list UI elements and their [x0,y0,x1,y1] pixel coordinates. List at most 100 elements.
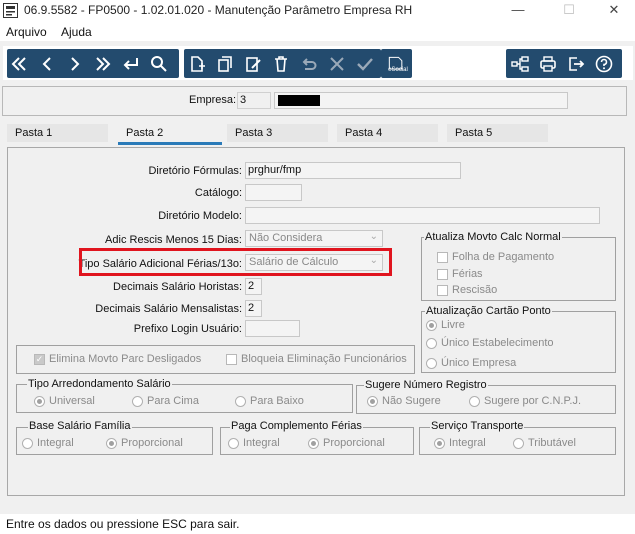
menu-ajuda[interactable]: Ajuda [61,25,92,39]
next-icon[interactable] [63,49,87,78]
decimais-mensalistas-label: Decimais Salário Mensalistas: [95,303,242,315]
tab-pasta-3[interactable]: Pasta 3 [227,124,328,142]
elimina-movto-checkbox[interactable]: ✓ Elimina Movto Parc Desligados [34,353,201,365]
catalogo-label: Catálogo: [194,187,242,199]
window-title: 06.9.5582 - FP0500 - 1.02.01.020 - Manut… [24,3,413,17]
unico-empresa-radio[interactable]: Único Empresa [426,357,516,369]
help-icon[interactable] [592,49,616,78]
toolbar: eSocial [3,46,633,80]
new-document-icon[interactable] [185,49,209,78]
tab-pasta-5[interactable]: Pasta 5 [447,124,548,142]
title-bar: 06.9.5582 - FP0500 - 1.02.01.020 - Manut… [0,0,635,21]
catalogo-field[interactable] [245,184,302,201]
tab-pasta-2[interactable]: Pasta 2 [118,124,222,142]
undo-icon[interactable] [297,49,321,78]
prefixo-login-field[interactable] [245,320,300,337]
diretorio-modelo-field[interactable] [245,207,600,224]
radio-icon [426,319,437,331]
bloqueia-eliminacao-checkbox[interactable]: Bloqueia Eliminação Funcionários [226,353,407,365]
status-text: Entre os dados ou pressione ESC para sai… [6,517,240,531]
rescisao-label: Rescisão [452,284,498,296]
decimais-mensalistas-field[interactable]: 2 [245,300,262,317]
decimais-horistas-label: Decimais Salário Horistas: [113,281,242,293]
adic-rescis-select[interactable]: Não Considera ⌄ [245,230,383,247]
complemento-integral-radio[interactable]: Integral [228,437,280,449]
status-bar: Entre os dados ou pressione ESC para sai… [0,514,635,534]
complemento-proporcional-radio[interactable]: Proporcional [308,437,385,449]
atualizacao-cartao-title: Atualização Cartão Ponto [425,305,552,317]
hierarchy-icon[interactable] [508,49,532,78]
search-icon[interactable] [147,49,171,78]
return-icon[interactable] [119,49,143,78]
radio-icon [426,337,437,349]
sugere-cnpj-label: Sugere por C.N.P.J. [484,395,582,407]
unico-estabelecimento-radio[interactable]: Único Estabelecimento [426,337,554,349]
diretorio-formulas-label: Diretório Fórmulas: [148,165,242,177]
tab-pasta-1[interactable]: Pasta 1 [7,124,108,142]
minimize-button[interactable]: — [495,0,541,21]
esocial-icon[interactable] [384,49,408,78]
transporte-tributavel-radio[interactable]: Tributável [513,437,576,449]
tab-pasta-4[interactable]: Pasta 4 [337,124,438,142]
checkbox-icon [226,353,237,365]
sugere-cnpj-radio[interactable]: Sugere por C.N.P.J. [469,395,581,407]
app-icon [3,3,18,18]
confirm-icon[interactable] [353,49,377,78]
radio-icon [469,395,480,407]
copy-icon[interactable] [213,49,237,78]
prefixo-login-label: Prefixo Login Usuário: [133,323,242,335]
ferias-checkbox[interactable]: Férias [437,268,483,280]
print-icon[interactable] [536,49,560,78]
universal-radio[interactable]: Universal [34,395,95,407]
transporte-integral-radio[interactable]: Integral [434,437,486,449]
unico-empresa-label: Único Empresa [441,357,517,369]
exit-icon[interactable] [564,49,588,78]
transporte-tributavel-label: Tributável [528,437,576,449]
checkbox-icon [437,268,448,280]
redacted-name [278,95,320,106]
para-cima-radio[interactable]: Para Cima [132,395,199,407]
empresa-name-field [274,92,568,109]
maximize-button[interactable]: ☐ [546,0,592,21]
diretorio-formulas-field[interactable]: prghur/fmp [245,162,461,179]
para-baixo-radio[interactable]: Para Baixo [235,395,304,407]
bloqueia-eliminacao-label: Bloqueia Eliminação Funcionários [241,353,407,365]
livre-radio[interactable]: Livre [426,319,465,331]
esocial-label: eSocial [388,67,408,73]
diretorio-modelo-label: Diretório Modelo: [158,210,242,222]
active-tab-indicator [118,142,222,145]
sugere-numero-title: Sugere Número Registro [364,379,488,391]
rescisao-checkbox[interactable]: Rescisão [437,284,497,296]
menu-arquivo[interactable]: Arquivo [6,25,47,39]
para-baixo-label: Para Baixo [250,395,304,407]
base-proporcional-radio[interactable]: Proporcional [106,437,183,449]
close-button[interactable]: ✕ [591,0,635,21]
tipo-arredondamento-title: Tipo Arredondamento Salário [27,378,172,390]
delete-icon[interactable] [269,49,293,78]
checkbox-icon [437,284,448,296]
radio-icon [235,395,246,407]
atualiza-movto-title: Atualiza Movto Calc Normal [424,231,562,243]
nao-sugere-radio[interactable]: Não Sugere [367,395,441,407]
previous-icon[interactable] [35,49,59,78]
radio-icon [513,437,524,449]
radio-icon [228,437,239,449]
empresa-label: Empresa: [189,94,237,106]
empresa-code-field[interactable]: 3 [237,92,271,109]
base-integral-radio[interactable]: Integral [22,437,74,449]
para-cima-label: Para Cima [147,395,199,407]
first-icon[interactable] [7,49,31,78]
radio-icon [426,357,437,369]
adic-rescis-label: Adic Rescis Menos 15 Dias: [105,234,242,246]
base-salario-title: Base Salário Família [28,420,132,432]
paga-complemento-title: Paga Complemento Férias [230,420,363,432]
decimais-horistas-field[interactable]: 2 [245,278,262,295]
elimina-movto-label: Elimina Movto Parc Desligados [49,353,202,365]
cancel-icon[interactable] [325,49,349,78]
adic-rescis-value: Não Considera [249,232,323,244]
livre-label: Livre [441,319,465,331]
last-icon[interactable] [91,49,115,78]
edit-icon[interactable] [241,49,265,78]
folha-pagamento-checkbox[interactable]: Folha de Pagamento [437,251,554,263]
chevron-down-icon: ⌄ [369,231,378,242]
